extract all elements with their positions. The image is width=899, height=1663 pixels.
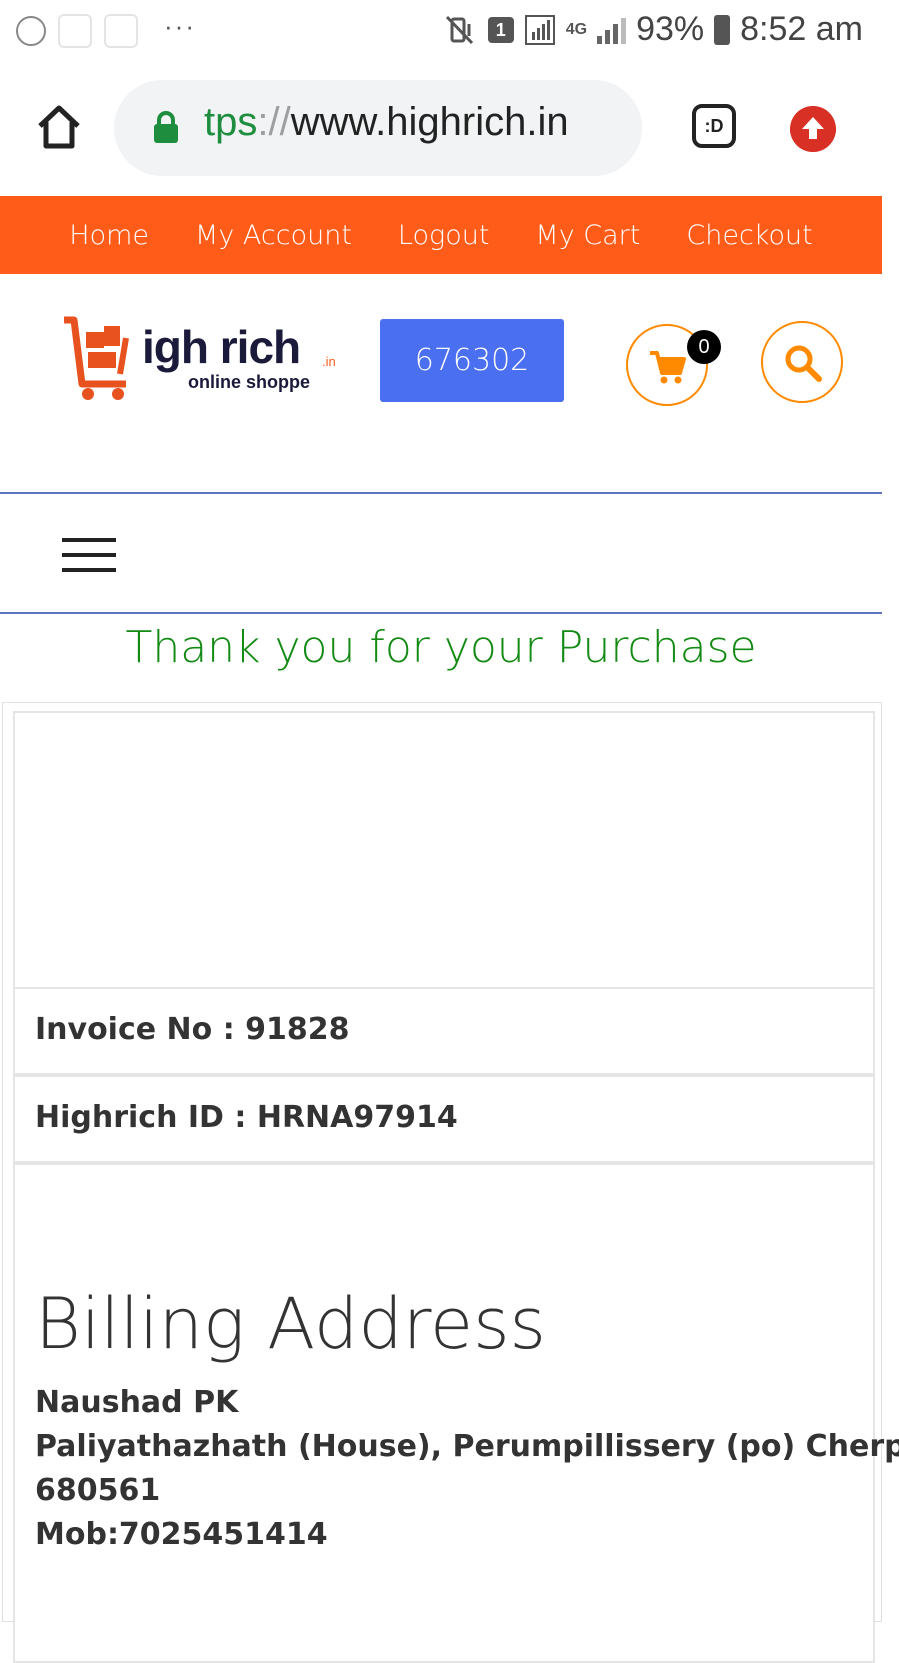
status-bar: ··· 1 4G 93% 8:52 am: [0, 0, 899, 62]
lock-icon: [154, 111, 178, 143]
top-navigation: Home My Account Logout My Cart Checkout: [0, 196, 882, 274]
logo-tagline: online shoppe: [188, 372, 311, 392]
search-icon: [785, 345, 822, 382]
more-notifications-icon: ···: [164, 10, 196, 41]
address-bar[interactable]: tps://www.highrich.in: [114, 80, 642, 176]
status-notifications: ···: [16, 10, 196, 48]
home-icon[interactable]: [34, 102, 84, 152]
upload-arrow-icon[interactable]: [790, 106, 836, 152]
pincode-button[interactable]: 676302: [380, 319, 564, 402]
url-text: tps://www.highrich.in: [204, 100, 569, 145]
hamburger-menu-icon[interactable]: [62, 538, 116, 572]
nav-my-cart[interactable]: My Cart: [535, 220, 640, 251]
status-indicators: 1 4G 93% 8:52 am: [444, 10, 863, 49]
sim-icon: [524, 14, 555, 45]
nfc-icon: [16, 16, 46, 46]
battery-icon: [714, 14, 731, 45]
signal-icon: [597, 16, 627, 44]
nav-my-account[interactable]: My Account: [195, 220, 352, 251]
cart-icon: [650, 351, 686, 384]
logo-tld: .in: [322, 354, 336, 369]
order-summary-card: Invoice No : 91828 Highrich ID : HRNA979…: [2, 702, 899, 1663]
browser-toolbar: tps://www.highrich.in :D: [0, 62, 899, 196]
nav-logout[interactable]: Logout: [398, 220, 490, 251]
sim-slot-badge: 1: [487, 16, 514, 43]
billing-name: Naushad PK: [35, 1385, 239, 1420]
highrich-id: Highrich ID : HRNA97914: [13, 1075, 875, 1163]
logo-text: igh rich: [142, 321, 301, 373]
cart-logo-icon: [64, 316, 129, 400]
app-notification-icon: [58, 14, 92, 48]
app-notification-icon: [104, 14, 138, 48]
reader-mode-icon[interactable]: :D: [692, 104, 736, 148]
menu-bar: [0, 492, 882, 614]
billing-street: Paliyathazhath (House), Perumpillissery …: [35, 1429, 899, 1464]
network-type: 4G: [565, 20, 588, 38]
billing-phone: Mob:7025451414: [35, 1517, 328, 1552]
cart-count-badge: 0: [687, 330, 721, 364]
order-blank-panel: [13, 711, 875, 989]
site-logo[interactable]: igh rich .in online shoppe: [60, 312, 350, 404]
billing-postcode: 680561: [35, 1473, 161, 1508]
search-button[interactable]: [761, 321, 843, 403]
invoice-number: Invoice No : 91828: [13, 987, 875, 1075]
url-host: www.highrich.in: [290, 100, 569, 144]
billing-address-panel: Billing Address Naushad PK Paliyathazhat…: [13, 1163, 899, 1663]
billing-address-title: Billing Address: [35, 1283, 547, 1365]
mute-vibrate-icon: [445, 15, 473, 44]
url-scheme: tps: [204, 100, 258, 144]
nav-home[interactable]: Home: [69, 220, 149, 251]
url-separator: ://: [257, 100, 291, 144]
thank-you-message: Thank you for your Purchase: [125, 622, 757, 673]
clock: 8:52 am: [740, 10, 863, 48]
nav-checkout[interactable]: Checkout: [686, 220, 812, 251]
battery-percent: 93%: [636, 10, 705, 48]
